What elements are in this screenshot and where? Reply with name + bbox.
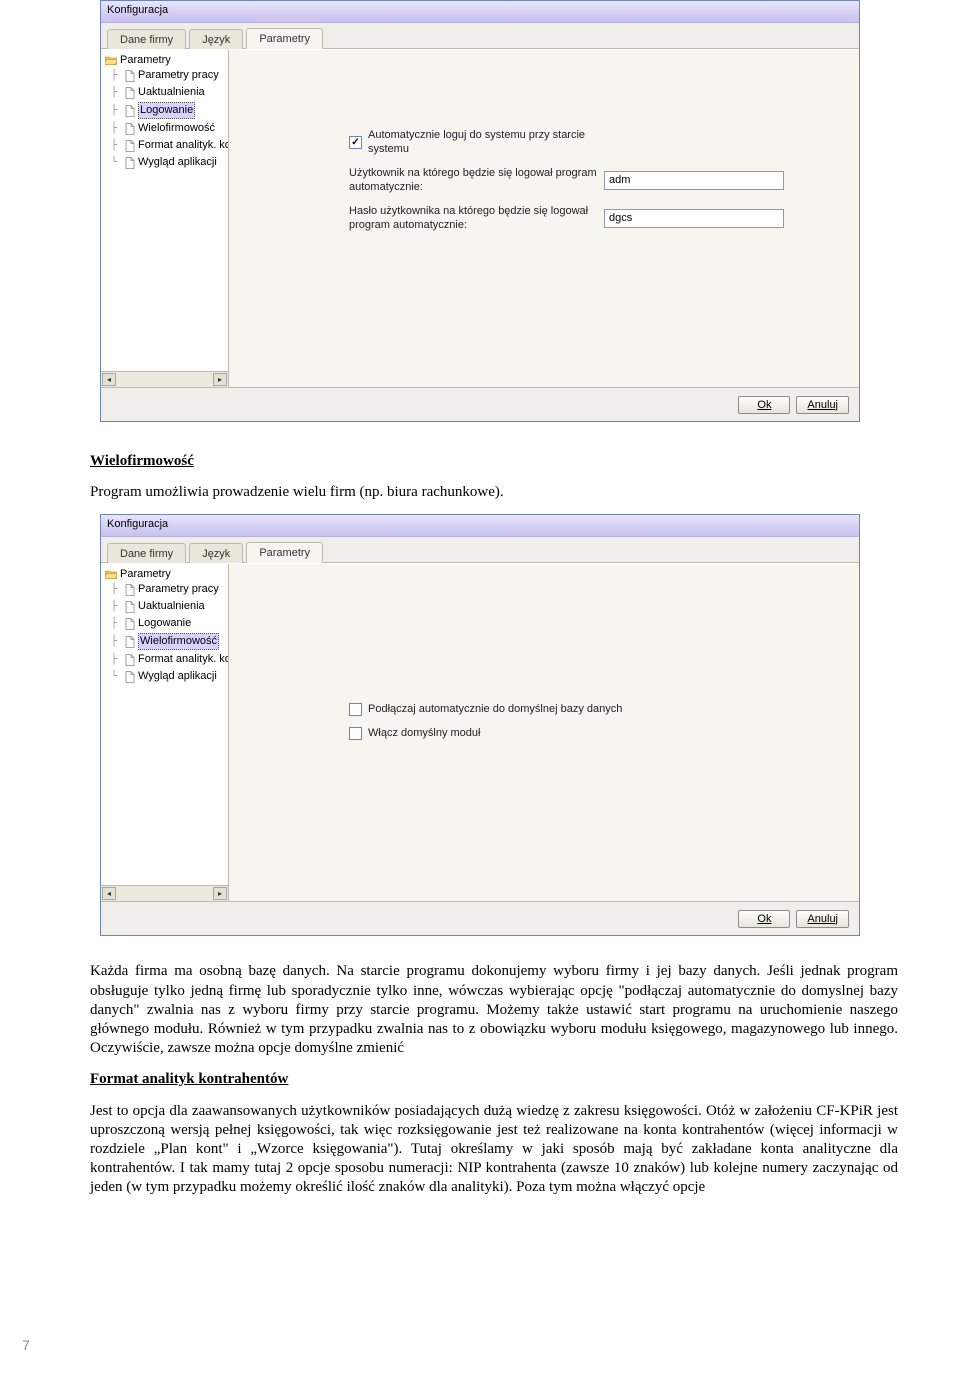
tree-item-format-analityk[interactable]: ├ Format analityk. kontr	[109, 651, 226, 668]
auto-login-pass-label: Hasło użytkownika na którego będzie się …	[349, 204, 604, 232]
content-pane-logowanie: Automatycznie loguj do systemu przy star…	[229, 50, 859, 387]
folder-open-icon	[105, 569, 117, 579]
parameters-tree[interactable]: Parametry ├ Parametry pracy ├ Uaktualnie…	[101, 564, 228, 885]
parameters-tree[interactable]: Parametry ├ Parametry pracy ├ Uaktualnie…	[101, 50, 228, 371]
tree-item-logowanie[interactable]: ├ Logowanie	[109, 615, 226, 632]
tab-dane-firmy[interactable]: Dane firmy	[107, 29, 186, 49]
tree-item-logowanie[interactable]: ├ Logowanie	[109, 101, 226, 120]
dialog-title: Konfiguracja	[107, 518, 168, 530]
auto-login-label: Automatycznie loguj do systemu przy star…	[368, 128, 623, 156]
file-icon	[125, 70, 135, 82]
file-icon	[125, 157, 135, 169]
file-icon	[125, 584, 135, 596]
tree-root-parametry[interactable]: Parametry	[103, 567, 226, 581]
config-dialog-logowanie: Konfiguracja Dane firmy Język Parametry …	[100, 0, 860, 422]
tab-parametry[interactable]: Parametry	[246, 542, 323, 563]
dialog-button-bar: Ok Anuluj	[101, 387, 859, 421]
tree-item-uaktualnienia[interactable]: ├ Uaktualnienia	[109, 598, 226, 615]
scroll-right-icon[interactable]: ▸	[213, 373, 227, 386]
ok-button[interactable]: Ok	[738, 910, 790, 928]
config-dialog-wielofirmowosc: Konfiguracja Dane firmy Język Parametry …	[100, 514, 860, 936]
content-pane-wielofirmowosc: Podłączaj automatycznie do domyślnej baz…	[229, 564, 859, 901]
file-icon	[125, 654, 135, 666]
scroll-right-icon[interactable]: ▸	[213, 887, 227, 900]
tab-jezyk[interactable]: Język	[189, 29, 243, 49]
file-icon	[125, 123, 135, 135]
auto-login-checkbox[interactable]	[349, 136, 362, 149]
tree-scrollbar[interactable]: ◂ ▸	[101, 371, 228, 387]
tree-item-wielofirmowosc[interactable]: ├ Wielofirmowość	[109, 120, 226, 137]
tab-parametry[interactable]: Parametry	[246, 28, 323, 49]
tree-item-wyglad-aplikacji[interactable]: └ Wygląd aplikacji	[109, 668, 226, 685]
file-icon	[125, 636, 135, 648]
cancel-button[interactable]: Anuluj	[796, 910, 849, 928]
auto-login-user-label: Użytkownik na którego będzie się logował…	[349, 166, 604, 194]
dialog-title: Konfiguracja	[107, 4, 168, 16]
heading-wielofirmowosc: Wielofirmowość	[90, 452, 898, 471]
dialog-button-bar: Ok Anuluj	[101, 901, 859, 935]
file-icon	[125, 140, 135, 152]
file-icon	[125, 618, 135, 630]
auto-connect-db-label: Podłączaj automatycznie do domyślnej baz…	[368, 702, 622, 716]
tree-item-parametry-pracy[interactable]: ├ Parametry pracy	[109, 581, 226, 598]
scroll-left-icon[interactable]: ◂	[102, 887, 116, 900]
default-module-label: Włącz domyślny moduł	[368, 726, 480, 740]
tabs-bar: Dane firmy Język Parametry	[101, 537, 859, 563]
tree-item-parametry-pracy[interactable]: ├ Parametry pracy	[109, 67, 226, 84]
paragraph: Program umożliwia prowadzenie wielu firm…	[90, 483, 898, 502]
auto-login-user-input[interactable]	[604, 171, 784, 190]
file-icon	[125, 87, 135, 99]
auto-connect-db-checkbox[interactable]	[349, 703, 362, 716]
paragraph: Jest to opcja dla zaawansowanych użytkow…	[90, 1102, 898, 1198]
tabs-bar: Dane firmy Język Parametry	[101, 23, 859, 49]
tree-item-wielofirmowosc[interactable]: ├ Wielofirmowość	[109, 632, 226, 651]
page-number: 7	[22, 1337, 30, 1353]
auto-login-pass-input[interactable]	[604, 209, 784, 228]
tree-pane: Parametry ├ Parametry pracy ├ Uaktualnie…	[101, 50, 229, 387]
file-icon	[125, 105, 135, 117]
tree-item-wyglad-aplikacji[interactable]: └ Wygląd aplikacji	[109, 154, 226, 171]
tab-dane-firmy[interactable]: Dane firmy	[107, 543, 186, 563]
folder-open-icon	[105, 55, 117, 65]
cancel-button[interactable]: Anuluj	[796, 396, 849, 414]
tree-item-format-analityk[interactable]: ├ Format analityk. kontr	[109, 137, 226, 154]
heading-format-analityk: Format analityk kontrahentów	[90, 1070, 898, 1089]
scroll-left-icon[interactable]: ◂	[102, 373, 116, 386]
file-icon	[125, 671, 135, 683]
tree-root-parametry[interactable]: Parametry	[103, 53, 226, 67]
file-icon	[125, 601, 135, 613]
tree-item-uaktualnienia[interactable]: ├ Uaktualnienia	[109, 84, 226, 101]
dialog-titlebar[interactable]: Konfiguracja	[101, 1, 859, 23]
tree-scrollbar[interactable]: ◂ ▸	[101, 885, 228, 901]
dialog-titlebar[interactable]: Konfiguracja	[101, 515, 859, 537]
tab-jezyk[interactable]: Język	[189, 543, 243, 563]
ok-button[interactable]: Ok	[738, 396, 790, 414]
paragraph: Każda firma ma osobną bazę danych. Na st…	[90, 962, 898, 1058]
tree-pane: Parametry ├ Parametry pracy ├ Uaktualnie…	[101, 564, 229, 901]
default-module-checkbox[interactable]	[349, 727, 362, 740]
